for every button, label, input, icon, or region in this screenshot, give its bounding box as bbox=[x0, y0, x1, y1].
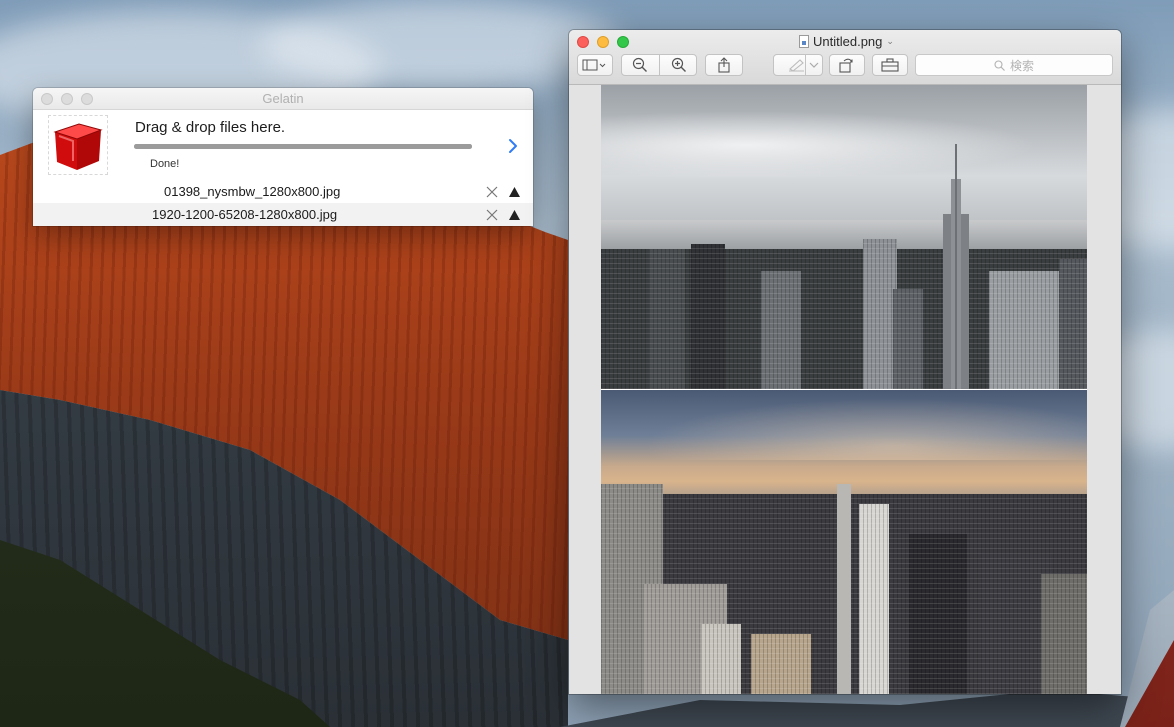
document-page bbox=[601, 85, 1087, 694]
gelatin-titlebar[interactable]: Gelatin bbox=[33, 88, 533, 110]
upload-triangle-icon[interactable] bbox=[509, 210, 520, 220]
document-title[interactable]: Untitled.png ⌄ bbox=[799, 34, 894, 49]
building bbox=[761, 271, 801, 389]
status-text: Done! bbox=[150, 158, 180, 170]
canvas-gutter bbox=[1087, 85, 1121, 694]
search-placeholder: 検索 bbox=[1009, 58, 1034, 73]
rotate-icon bbox=[839, 58, 853, 73]
markup-divider bbox=[805, 54, 806, 76]
red-cube-icon bbox=[53, 123, 103, 170]
rotate-button[interactable] bbox=[829, 54, 865, 76]
building bbox=[751, 634, 811, 694]
building bbox=[691, 244, 725, 389]
progress-fill bbox=[134, 144, 472, 149]
empire-state-building bbox=[837, 484, 851, 694]
color-nyc-skyline-photo bbox=[601, 390, 1087, 694]
chevron-down-icon[interactable] bbox=[809, 62, 819, 68]
document-title-label: Untitled.png bbox=[813, 34, 883, 49]
zoom-button[interactable] bbox=[617, 36, 629, 48]
zoom-in-icon bbox=[671, 57, 686, 72]
close-icon[interactable] bbox=[486, 209, 498, 221]
antenna bbox=[955, 144, 957, 389]
building bbox=[893, 289, 923, 389]
building bbox=[989, 271, 1059, 389]
sidebar-icon bbox=[582, 59, 606, 71]
file-name: 01398_nysmbw_1280x800.jpg bbox=[164, 184, 341, 199]
preview-window: Untitled.png ⌄ 検索 bbox=[569, 30, 1121, 694]
upload-triangle-icon[interactable] bbox=[509, 187, 520, 197]
document-canvas[interactable] bbox=[569, 85, 1121, 694]
building bbox=[1041, 574, 1087, 694]
bw-nyc-skyline-photo bbox=[601, 85, 1087, 389]
chevron-right-icon[interactable] bbox=[505, 137, 521, 155]
building bbox=[1059, 259, 1087, 389]
window-title: Gelatin bbox=[262, 91, 304, 106]
zoom-out-button[interactable] bbox=[621, 54, 659, 76]
file-name: 1920-1200-65208-1280x800.jpg bbox=[152, 207, 338, 222]
toolbox-icon bbox=[881, 58, 899, 72]
zoom-out-icon bbox=[632, 57, 647, 72]
building bbox=[649, 249, 685, 389]
sunset-glow bbox=[601, 390, 1087, 460]
file-row[interactable]: 01398_nysmbw_1280x800.jpg bbox=[33, 180, 533, 203]
clouds bbox=[601, 105, 1087, 185]
zoom-in-button[interactable] bbox=[660, 54, 697, 76]
search-field[interactable]: 検索 bbox=[915, 54, 1113, 76]
chevron-down-icon: ⌄ bbox=[886, 36, 894, 46]
close-button[interactable] bbox=[577, 36, 589, 48]
minimize-button[interactable] bbox=[597, 36, 609, 48]
progress-bar bbox=[134, 144, 472, 149]
png-file-icon bbox=[799, 35, 809, 48]
drop-target[interactable] bbox=[48, 115, 108, 175]
building bbox=[701, 624, 741, 694]
sidebar-button[interactable] bbox=[577, 54, 613, 76]
cloud bbox=[260, 0, 620, 90]
building bbox=[909, 534, 967, 694]
file-row[interactable]: 1920-1200-65208-1280x800.jpg bbox=[33, 203, 533, 226]
gelatin-window: Gelatin Drag & drop files here. Done! 01… bbox=[33, 88, 533, 226]
search-icon bbox=[994, 59, 1005, 71]
share-icon bbox=[718, 57, 730, 73]
toolbox-button[interactable] bbox=[872, 54, 908, 76]
preview-toolbar: Untitled.png ⌄ 検索 bbox=[569, 30, 1121, 85]
share-button[interactable] bbox=[705, 54, 743, 76]
close-icon[interactable] bbox=[486, 186, 498, 198]
building bbox=[863, 239, 897, 389]
drop-instructions: Drag & drop files here. bbox=[135, 119, 286, 136]
building bbox=[859, 504, 889, 694]
